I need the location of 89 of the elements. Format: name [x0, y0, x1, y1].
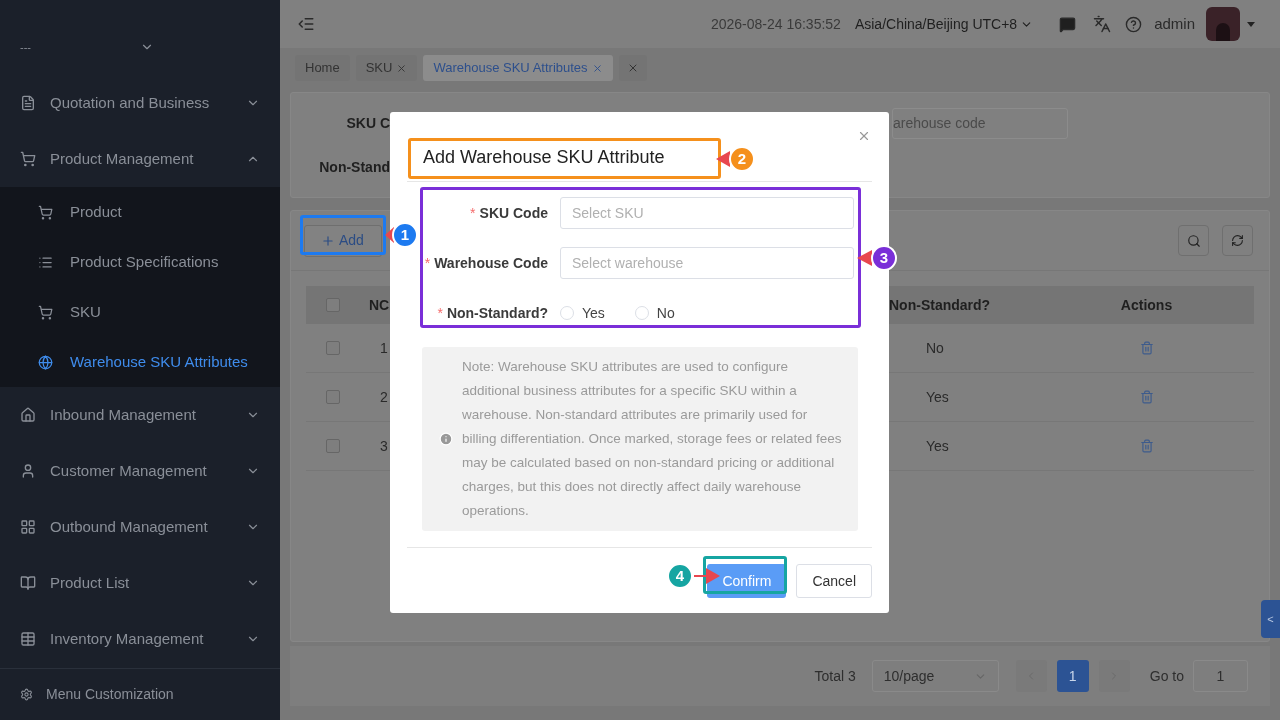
search-icon — [1186, 233, 1201, 248]
column-header: Actions — [1119, 295, 1174, 315]
translate-icon[interactable] — [1093, 15, 1112, 33]
filter-label: Non-Stand — [318, 157, 390, 177]
close-icon — [857, 129, 871, 143]
menu-customization-link[interactable]: Menu Customization — [0, 668, 280, 720]
radio-option[interactable]: No — [634, 302, 675, 324]
table-cell-text: Yes — [925, 436, 950, 456]
page-tab[interactable]: SKU — [355, 55, 418, 81]
menu-label: Inbound Management — [50, 404, 197, 425]
submenu-item[interactable]: Product — [0, 187, 280, 237]
header-checkbox[interactable] — [326, 298, 340, 312]
menu-icon — [20, 575, 36, 591]
menu-label: Customer Management — [50, 460, 208, 481]
settings-icon — [20, 688, 33, 701]
column-header: Non-Standard? — [888, 295, 992, 315]
refresh-icon — [1231, 234, 1244, 247]
select-field[interactable]: Select SKU — [560, 197, 854, 229]
menu-toggle-icon[interactable] — [297, 15, 315, 33]
sidebar-menu-item[interactable]: Inbound Management — [0, 387, 280, 443]
goto-label: Go to — [1149, 666, 1184, 686]
chat-icon[interactable] — [1059, 15, 1077, 33]
menu-label: Outbound Management — [50, 516, 209, 537]
pointer-arrow — [857, 250, 872, 266]
submenu-item[interactable]: Product Specifications — [0, 237, 280, 287]
menu-icon — [20, 631, 36, 647]
close-all-tab[interactable] — [618, 55, 647, 81]
note-text: Note: Warehouse SKU attributes are used to configure additional business attributes for a specific SKU within a warehouse. Non-standard attributes are primarily used for billing differentiation. Once marked, storage fees or related fees may be calculated based on non-standard pricing or additional charges, but this does not directly affect daily warehouse operations. — [462, 358, 843, 520]
menu-label: Inventory Management — [50, 628, 205, 649]
field-label: * Non-Standard? — [436, 303, 548, 323]
sidebar-menu-item[interactable]: Outbound Management — [0, 499, 280, 555]
sidebar-menu-item[interactable]: Inventory Management — [0, 611, 280, 667]
page-button[interactable]: 1 — [1056, 660, 1089, 692]
delete-icon[interactable] — [1139, 390, 1154, 404]
menu-label: Product Management — [50, 148, 195, 169]
delete-icon[interactable] — [1139, 439, 1154, 453]
row-checkbox[interactable] — [326, 341, 340, 355]
menu-icon — [20, 463, 36, 479]
cancel-button[interactable]: Cancel — [796, 564, 872, 598]
submenu-icon — [38, 354, 53, 370]
sidebar-menu-item[interactable]: Customer Management — [0, 443, 280, 499]
page-tab[interactable]: Home — [295, 55, 350, 81]
submenu-icon — [38, 304, 53, 320]
sidebar-menu-item[interactable]: Product Management — [0, 131, 280, 187]
table-cell-text: 2 — [380, 387, 388, 407]
avatar[interactable] — [1206, 7, 1240, 41]
plus-icon — [321, 233, 335, 248]
delete-icon[interactable] — [1139, 341, 1154, 355]
search-button[interactable] — [1178, 225, 1209, 256]
datetime-text: 2026-08-24 16:35:52 — [710, 14, 841, 34]
submenu-icon — [38, 254, 53, 270]
side-panel-tab[interactable]: < — [1261, 600, 1280, 638]
filter-label: SKU C — [345, 113, 390, 133]
menu-icon — [20, 519, 36, 535]
table-cell-text: 1 — [380, 338, 388, 358]
menu-icon — [20, 407, 36, 423]
dialog-title: Add Warehouse SKU Attribute — [423, 147, 665, 167]
submenu-item[interactable]: Warehouse SKU Attributes — [0, 337, 280, 387]
row-checkbox[interactable] — [326, 439, 340, 453]
pointer-arrow — [694, 568, 720, 584]
field-label: * Warehouse Code — [423, 253, 548, 273]
table-cell-text: Yes — [925, 387, 950, 407]
sidebar-menu-item[interactable]: Quotation and Business — [0, 75, 280, 131]
menu-label: --- — [20, 39, 32, 55]
column-header: NC — [369, 295, 390, 315]
sidebar-menu-item[interactable]: Product List — [0, 555, 280, 611]
total-count: Total 3 — [814, 666, 856, 686]
radio-option[interactable]: Yes — [560, 302, 605, 324]
row-checkbox[interactable] — [326, 390, 340, 404]
sidebar-menu-item[interactable]: --- — [0, 19, 280, 75]
table-cell-text: No — [925, 338, 945, 358]
caret-icon[interactable] — [1247, 21, 1255, 27]
table-cell-text: 3 — [380, 436, 388, 456]
menu-label: Product List — [50, 572, 131, 593]
select-field[interactable]: Select warehouse — [560, 247, 854, 279]
help-icon[interactable] — [1125, 15, 1143, 33]
menu-icon — [20, 95, 36, 111]
menu-icon — [20, 151, 36, 167]
goto-page-field[interactable]: 1 — [1193, 660, 1248, 692]
refresh-button[interactable] — [1222, 225, 1253, 256]
username-text: admin — [1154, 13, 1195, 34]
submenu-item[interactable]: SKU — [0, 287, 280, 337]
submenu-icon — [38, 204, 53, 220]
field-label: * SKU Code — [469, 203, 548, 223]
timezone-dropdown[interactable]: Asia/China/Beijing UTC+8 — [854, 13, 1034, 35]
info-icon — [439, 432, 453, 446]
pointer-arrow — [716, 151, 730, 167]
page-size-select[interactable]: 10/page — [871, 660, 999, 692]
menu-label: Quotation and Business — [50, 92, 211, 113]
